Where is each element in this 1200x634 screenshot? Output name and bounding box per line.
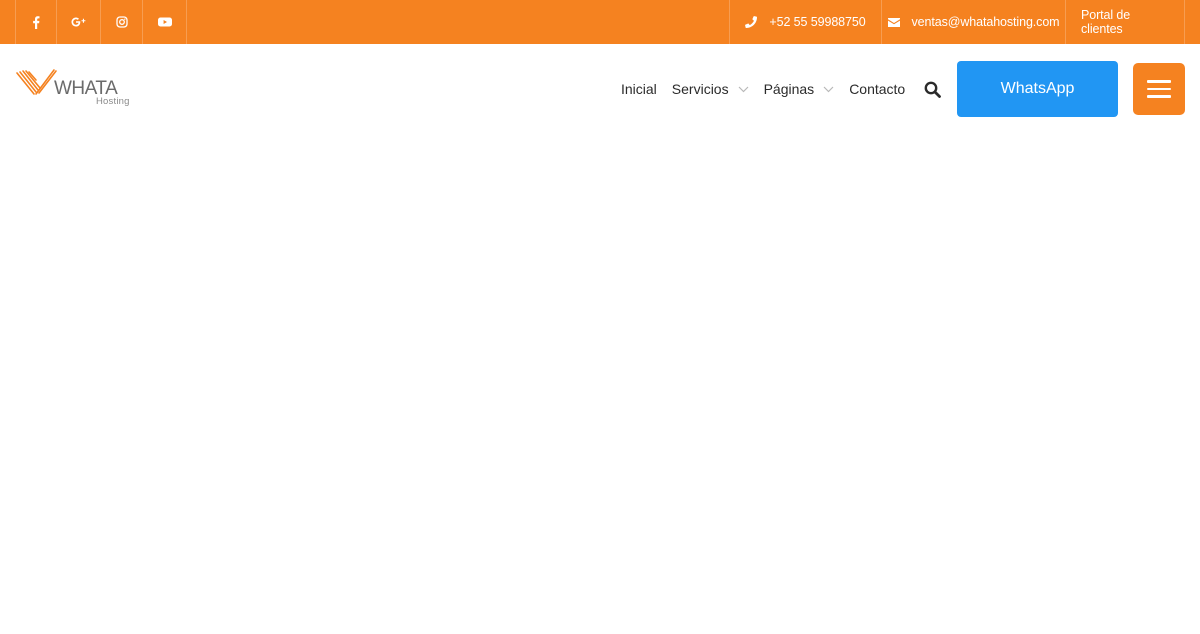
nav-item-inicial[interactable]: Inicial [621,81,657,97]
facebook-link[interactable] [16,0,57,44]
chevron-down-icon [823,86,834,93]
email-link[interactable]: ventas@whatahosting.com [882,0,1066,44]
whatsapp-button[interactable]: WhatsApp [957,61,1118,117]
facebook-icon [33,15,40,29]
phone-icon [745,16,758,28]
nav-item-label: Páginas [763,81,815,97]
whata-hosting-logo[interactable]: WHATA Hosting [16,68,140,110]
instagram-link[interactable] [101,0,143,44]
nav-item-label: Inicial [621,81,657,97]
nav-item-paginas[interactable]: Páginas [764,81,835,97]
contact-links: +52 55 59988750 ventas@whatahosting.com … [729,0,1185,44]
envelope-icon [887,17,900,27]
phone-link[interactable]: +52 55 59988750 [730,0,882,44]
hamburger-menu-icon [1147,80,1171,83]
nav-item-servicios[interactable]: Servicios [672,81,749,97]
google-plus-link[interactable] [57,0,101,44]
youtube-link[interactable] [143,0,187,44]
nav-item-contacto[interactable]: Contacto [849,81,905,97]
instagram-icon [115,16,128,28]
main-header: WHATA Hosting Inicial Servicios Páginas … [0,44,1200,134]
email-address: ventas@whatahosting.com [911,15,1060,29]
youtube-icon [157,17,172,27]
client-portal-label: Portal de clientes [1081,8,1131,36]
hamburger-line [1147,95,1171,98]
logo-subtitle: Hosting [96,96,130,107]
search-icon [924,81,941,98]
client-portal-link[interactable]: Portal de clientes [1066,0,1185,44]
chevron-down-icon [738,86,749,93]
google-plus-icon [71,17,85,27]
page-content-area [0,134,1200,634]
nav-item-label: Servicios [671,81,729,97]
top-bar: +52 55 59988750 ventas@whatahosting.com … [0,0,1200,44]
search-button[interactable] [923,80,941,98]
nav-item-label: Contacto [849,81,906,97]
main-nav: Inicial Servicios Páginas Contacto [621,79,905,99]
social-links [15,0,187,44]
hamburger-line [1147,87,1171,91]
hamburger-menu-button[interactable] [1133,63,1185,115]
phone-number: +52 55 59988750 [769,15,866,29]
whatsapp-label: WhatsApp [1000,80,1075,97]
